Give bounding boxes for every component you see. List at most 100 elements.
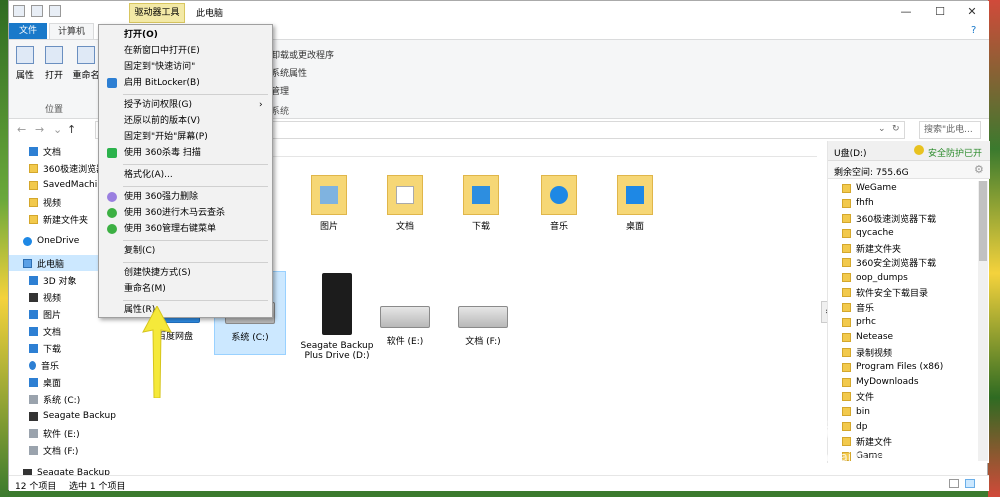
menu-restore-versions[interactable]: 还原以前的版本(V) (99, 113, 272, 129)
desktop-icon (626, 186, 644, 204)
back-icon[interactable]: ← (17, 123, 26, 136)
menu-360-antivirus[interactable]: 使用 360杀毒 扫描 (99, 145, 272, 161)
list-item[interactable]: 软件安全下载目录 (842, 285, 976, 300)
menu-label: 打开(O) (124, 30, 158, 40)
uninstall-program-link[interactable]: 卸载或更改程序 (271, 48, 334, 61)
maximize-button[interactable]: ☐ (923, 1, 957, 23)
sidebar-item-downloads[interactable]: 下载 (9, 340, 117, 356)
list-item[interactable]: prhc (842, 315, 976, 330)
menu-format[interactable]: 格式化(A)... (99, 167, 272, 183)
baidu-watermark: Bai经验 (760, 418, 841, 442)
drive-e[interactable]: 软件 (E:) (369, 306, 441, 347)
menu-label: 使用 360管理右键菜单 (124, 224, 217, 234)
menu-open[interactable]: 打开(O) (99, 27, 272, 43)
new-folder-icon[interactable] (49, 5, 61, 17)
help-icon[interactable]: ? (971, 25, 976, 36)
list-item[interactable]: 360极速浏览器下载 (842, 211, 976, 226)
menu-360-trojan-scan[interactable]: 使用 360进行木马云查杀 (99, 205, 272, 221)
open-button[interactable]: 打开 (40, 46, 68, 81)
refresh-icon[interactable]: ↻ (892, 124, 900, 134)
list-item[interactable]: 音乐 (842, 300, 976, 315)
list-item-label: 360安全浏览器下载 (856, 259, 937, 270)
search-input[interactable]: 搜索"此电... (919, 121, 981, 139)
close-button[interactable]: ✕ (955, 1, 989, 23)
large-icons-view-icon[interactable] (965, 479, 975, 488)
menu-create-shortcut[interactable]: 创建快捷方式(S) (99, 265, 272, 281)
list-item[interactable]: 新建文件夹 (842, 241, 976, 256)
folder-documents[interactable]: 文档 (375, 175, 435, 232)
preview-scrollbar-thumb[interactable] (979, 181, 987, 261)
list-item-label: 录制视频 (856, 348, 893, 359)
folder-pictures[interactable]: 图片 (299, 175, 359, 232)
folder-icon (29, 163, 38, 173)
list-item[interactable]: Program Files (x86) (842, 360, 976, 375)
drive-label: 软件 (E:) (386, 337, 424, 347)
list-item[interactable]: 录制视频 (842, 345, 976, 360)
properties-button[interactable]: 属性 (11, 46, 39, 81)
sidebar-item-label: 图片 (43, 310, 62, 321)
list-item[interactable]: fhfh (842, 196, 976, 211)
gear-icon[interactable]: ⚙ (974, 163, 984, 176)
list-item[interactable]: MyDownloads (842, 375, 976, 390)
drive-tools-tab[interactable]: 驱动器工具 (129, 3, 185, 23)
menu-pin-start[interactable]: 固定到"开始"屏幕(P) (99, 129, 272, 145)
folder-icon (842, 213, 851, 223)
up-icon[interactable]: ↑ (67, 123, 76, 136)
properties-icon[interactable] (31, 5, 43, 17)
list-item[interactable]: bin (842, 404, 976, 419)
sidebar-item-music[interactable]: 音乐 (9, 357, 117, 373)
sidebar-item-documents-2[interactable]: 文档 (9, 323, 117, 339)
list-item[interactable]: Netease (842, 330, 976, 345)
list-item[interactable]: WeGame (842, 181, 976, 196)
pc-icon[interactable] (13, 5, 25, 17)
window-title: 此电脑 (196, 9, 224, 19)
list-item[interactable]: 文件 (842, 389, 976, 404)
sidebar-item-drive-c[interactable]: 系统 (C:) (9, 391, 117, 407)
system-properties-link[interactable]: 系统属性 (271, 66, 307, 79)
forward-icon[interactable]: → (35, 123, 44, 136)
folder-downloads[interactable]: 下载 (451, 175, 511, 232)
tab-computer[interactable]: 计算机 (49, 23, 95, 39)
menu-360-force-delete[interactable]: 使用 360强力删除 (99, 189, 272, 205)
preview-file-list: WeGame fhfh 360极速浏览器下载 qycache 新建文件夹 360… (842, 181, 976, 464)
folder-icon (842, 183, 851, 193)
minimize-button[interactable]: — (889, 1, 923, 23)
manage-link[interactable]: 管理 (271, 84, 289, 97)
list-item-label: bin (856, 406, 870, 417)
recent-dropdown-icon[interactable]: ⌄ (53, 123, 62, 136)
menu-label: 授予访问权限(G) (124, 100, 192, 110)
folder-icon (842, 303, 851, 313)
menu-360-manage[interactable]: 使用 360管理右键菜单 (99, 221, 272, 237)
list-item[interactable]: oop_dumps (842, 270, 976, 285)
sidebar-item-label: 文档 (F:) (43, 446, 79, 457)
baidu-watermark-url: jingyan.baidu.com (785, 450, 896, 464)
folder-music[interactable]: 音乐 (529, 175, 589, 232)
details-view-icon[interactable] (949, 479, 959, 488)
list-item[interactable]: qycache (842, 226, 976, 241)
menu-properties[interactable]: 属性(R) (99, 302, 272, 318)
drive-d-seagate[interactable]: Seagate Backup Plus Drive (D:) (295, 273, 379, 361)
menu-bitlocker[interactable]: 启用 BitLocker(B) (99, 75, 272, 91)
menu-grant-access[interactable]: 授予访问权限(G) › (99, 97, 272, 113)
menu-separator (123, 240, 268, 241)
list-item[interactable]: dp (842, 419, 976, 434)
menu-label: 使用 360进行木马云查杀 (124, 208, 226, 218)
menu-rename[interactable]: 重命名(M) (99, 281, 272, 297)
sidebar-item-desktop[interactable]: 桌面 (9, 374, 117, 390)
menu-pin-quick-access[interactable]: 固定到"快速访问" (99, 59, 272, 75)
sidebar-item-label: 下载 (43, 344, 62, 355)
folder-desktop[interactable]: 桌面 (605, 175, 665, 232)
sidebar-item-drive-e[interactable]: 软件 (E:) (9, 425, 117, 441)
menu-open-new-window[interactable]: 在新窗口中打开(E) (99, 43, 272, 59)
folder-icon (842, 288, 851, 298)
seagate-drive-icon (322, 273, 352, 335)
sidebar-item-seagate[interactable]: Seagate Backup (9, 408, 117, 424)
list-item[interactable]: 新建文件 (842, 434, 976, 449)
list-item-label: 软件安全下载目录 (856, 289, 929, 300)
address-dropdown-icon[interactable]: ⌄ (878, 124, 886, 134)
sidebar-item-drive-f[interactable]: 文档 (F:) (9, 442, 117, 458)
list-item[interactable]: 360安全浏览器下载 (842, 255, 976, 270)
drive-f[interactable]: 文档 (F:) (447, 306, 519, 347)
menu-copy[interactable]: 复制(C) (99, 243, 272, 259)
tab-file[interactable]: 文件 (9, 23, 47, 39)
